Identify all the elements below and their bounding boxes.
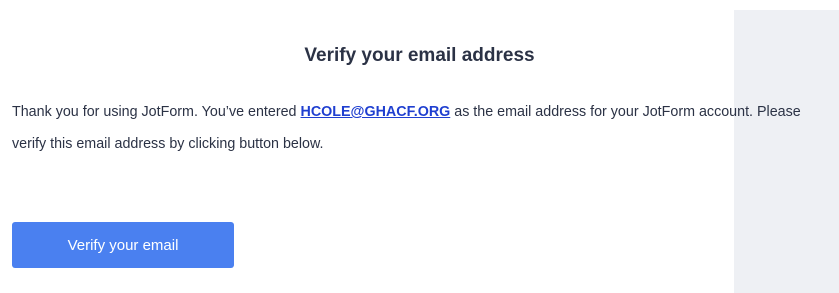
email-body-text: Thank you for using JotForm. You’ve ente… <box>12 96 832 160</box>
email-content: Verify your email address Thank you for … <box>0 0 839 293</box>
body-text-intro: Thank you for using JotForm. You’ve ente… <box>12 104 301 120</box>
email-address-link[interactable]: HCOLE@GHACF.ORG <box>301 104 451 120</box>
email-title: Verify your email address <box>304 45 535 66</box>
verify-email-button[interactable]: Verify your email <box>12 222 234 268</box>
